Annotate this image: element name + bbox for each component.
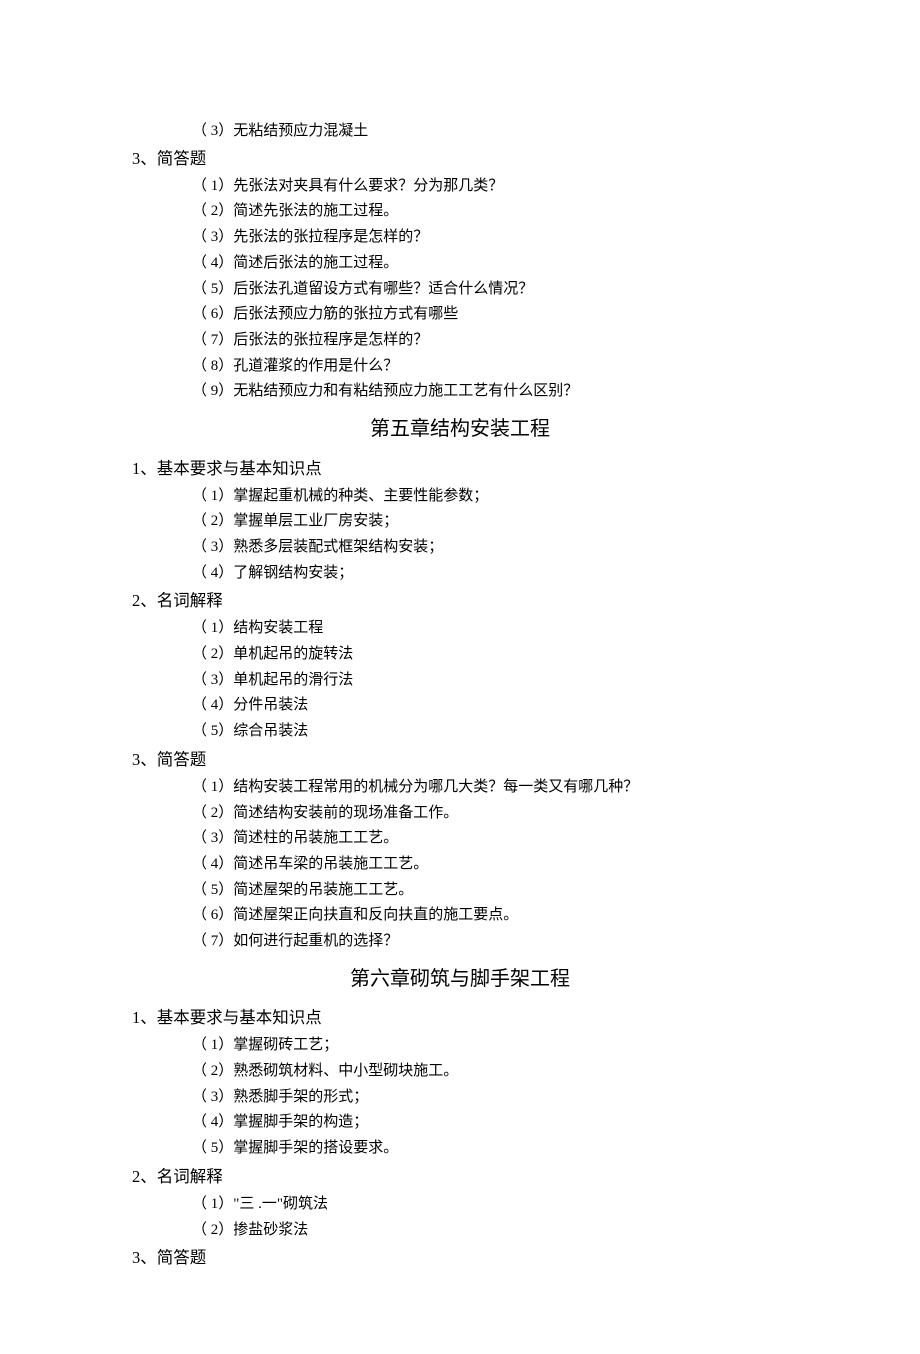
list-item: （ 2）单机起吊的旋转法	[130, 643, 790, 667]
chapter-heading: 第六章砌筑与脚手架工程	[130, 964, 790, 996]
list-item: （ 7）后张法的张拉程序是怎样的？	[130, 329, 790, 353]
list-item: （ 5）简述屋架的吊装施工工艺。	[130, 879, 790, 903]
section-heading: 3、简答题	[130, 747, 790, 773]
list-item: （ 5）综合吊装法	[130, 720, 790, 744]
list-item: （ 1）先张法对夹具有什么要求？分为那几类？	[130, 175, 790, 199]
list-item: （ 2）掺盐砂浆法	[130, 1219, 790, 1243]
list-item: （ 2）简述先张法的施工过程。	[130, 200, 790, 224]
list-item: （ 9）无粘结预应力和有粘结预应力施工工艺有什么区别？	[130, 380, 790, 404]
chapter-heading: 第五章结构安装工程	[130, 414, 790, 446]
list-item: （ 4）分件吊装法	[130, 694, 790, 718]
list-item: （ 4）简述吊车梁的吊装施工工艺。	[130, 853, 790, 877]
list-item: （ 3）先张法的张拉程序是怎样的？	[130, 226, 790, 250]
list-item: （ 3）熟悉多层装配式框架结构安装；	[130, 536, 790, 560]
list-item: （ 4）了解钢结构安装；	[130, 562, 790, 586]
section-heading: 1、基本要求与基本知识点	[130, 1005, 790, 1031]
list-item: （ 4）简述后张法的施工过程。	[130, 252, 790, 276]
list-item: （ 3）简述柱的吊装施工工艺。	[130, 827, 790, 851]
list-item: （ 7）如何进行起重机的选择？	[130, 930, 790, 954]
list-item: （ 1）掌握起重机械的种类、主要性能参数；	[130, 485, 790, 509]
section-heading: 2、名词解释	[130, 1164, 790, 1190]
list-item: （ 6）简述屋架正向扶直和反向扶直的施工要点。	[130, 904, 790, 928]
list-item: （ 3）熟悉脚手架的形式；	[130, 1086, 790, 1110]
list-item: （ 1）结构安装工程	[130, 617, 790, 641]
list-item: （ 1）掌握砌砖工艺；	[130, 1034, 790, 1058]
list-item: （ 3）单机起吊的滑行法	[130, 669, 790, 693]
list-item: （ 6）后张法预应力筋的张拉方式有哪些	[130, 303, 790, 327]
section-heading: 2、名词解释	[130, 588, 790, 614]
list-item: （ 4）掌握脚手架的构造；	[130, 1111, 790, 1135]
list-item: （ 3）无粘结预应力混凝土	[130, 120, 790, 144]
list-item: （ 2）简述结构安装前的现场准备工作。	[130, 802, 790, 826]
list-item: （ 1）"三 .一"砌筑法	[130, 1193, 790, 1217]
list-item: （ 5）后张法孔道留设方式有哪些？适合什么情况？	[130, 278, 790, 302]
list-item: （ 2）掌握单层工业厂房安装；	[130, 510, 790, 534]
section-heading: 1、基本要求与基本知识点	[130, 456, 790, 482]
list-item: （ 2）熟悉砌筑材料、中小型砌块施工。	[130, 1060, 790, 1084]
list-item: （ 1）结构安装工程常用的机械分为哪几大类？每一类又有哪几种？	[130, 776, 790, 800]
list-item: （ 8）孔道灌浆的作用是什么？	[130, 355, 790, 379]
list-item: （ 5）掌握脚手架的搭设要求。	[130, 1137, 790, 1161]
section-heading: 3、简答题	[130, 1245, 790, 1271]
section-heading: 3、简答题	[130, 146, 790, 172]
